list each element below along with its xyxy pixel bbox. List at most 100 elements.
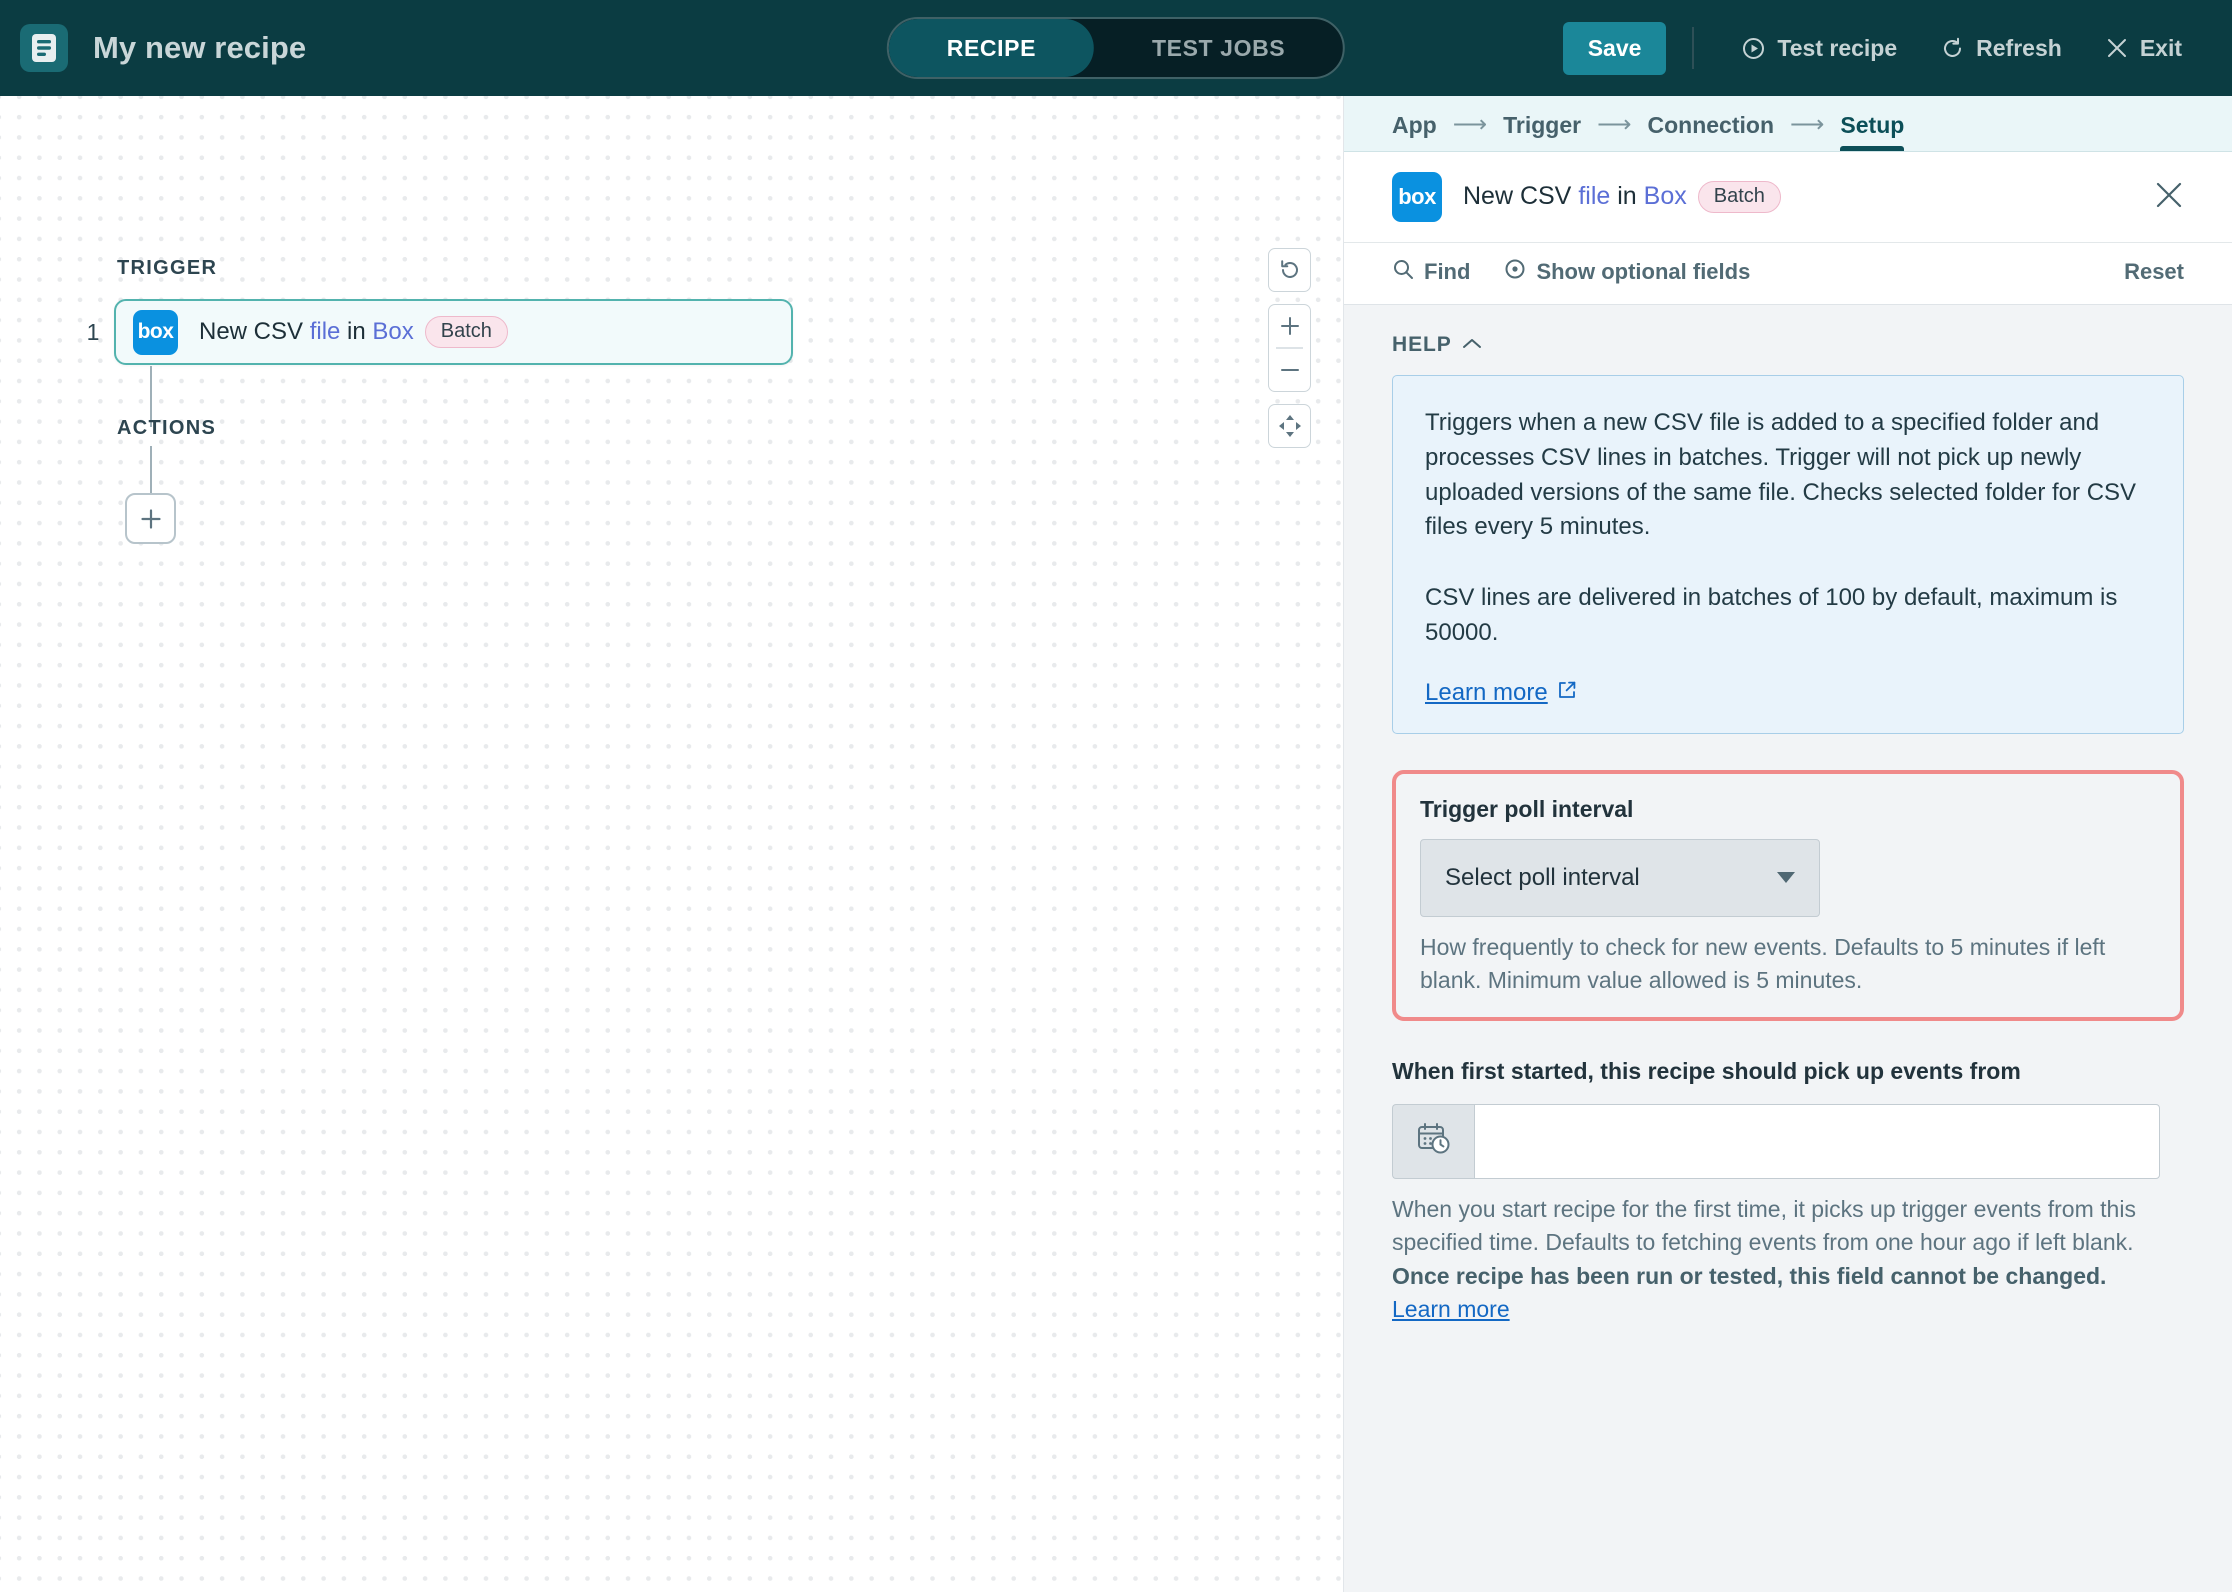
panel-header: box New CSV file in Box Batch (1344, 152, 2232, 243)
step-text-2: in (340, 318, 373, 345)
first-started-hint-bold: Once recipe has been run or tested, this… (1392, 1262, 2107, 1289)
exit-button[interactable]: Exit (2084, 35, 2204, 62)
recipe-document-icon[interactable] (20, 24, 68, 72)
breadcrumb-trigger[interactable]: Trigger (1503, 112, 1581, 151)
first-started-date-row (1392, 1104, 2160, 1180)
step-link-file[interactable]: file (310, 318, 341, 345)
trigger-step-card[interactable]: box New CSV file in Box Batch (114, 299, 793, 365)
divider (1692, 27, 1695, 69)
connector-line-bottom (150, 446, 152, 495)
first-started-learn-more-link[interactable]: Learn more (1392, 1296, 1510, 1322)
first-started-date-input[interactable] (1474, 1104, 2160, 1180)
fit-to-screen-icon (1269, 405, 1310, 447)
breadcrumb-connection[interactable]: Connection (1648, 112, 1775, 151)
calendar-clock-icon (1415, 1120, 1453, 1163)
minus-icon (1280, 368, 1299, 371)
header-link-box[interactable]: Box (1644, 182, 1687, 210)
refresh-button[interactable]: Refresh (1919, 35, 2084, 62)
search-icon (1392, 258, 1414, 286)
box-app-icon: box (133, 309, 178, 355)
breadcrumb-arrow-icon: ⟶ (1597, 111, 1632, 138)
tab-test-jobs[interactable]: TEST JOBS (1094, 19, 1343, 77)
batch-badge: Batch (424, 316, 508, 348)
help-learn-more-label: Learn more (1425, 678, 1548, 706)
panel-toolbar: Find Show optional fields Reset (1344, 243, 2232, 305)
step-link-box[interactable]: Box (372, 318, 413, 345)
undo-button[interactable] (1268, 248, 1311, 292)
panel-header-title: New CSV file in Box Batch (1463, 181, 1781, 213)
step-number: 1 (86, 318, 100, 345)
test-recipe-button[interactable]: Test recipe (1720, 35, 1919, 62)
fit-to-screen-button[interactable] (1268, 403, 1311, 448)
exit-label: Exit (2139, 34, 2182, 61)
plus-icon (1280, 317, 1299, 335)
zoom-out-button[interactable] (1269, 349, 1310, 391)
external-link-icon (1557, 679, 1577, 707)
close-icon (2106, 37, 2128, 59)
zoom-controls (1268, 304, 1311, 392)
recipe-canvas[interactable]: TRIGGER 1 box New CSV file in Box Batch A… (0, 96, 1343, 1592)
top-bar-actions: Save Test recipe Refresh Exit (1562, 21, 2232, 75)
breadcrumb-arrow-icon: ⟶ (1452, 111, 1488, 138)
test-recipe-label: Test recipe (1777, 34, 1898, 61)
actions-section-label: ACTIONS (117, 417, 217, 439)
find-label: Find (1424, 259, 1471, 284)
box-app-icon: box (1392, 172, 1442, 222)
poll-interval-select[interactable]: Select poll interval (1420, 838, 1820, 917)
poll-interval-hint: How frequently to check for new events. … (1420, 933, 2106, 994)
close-icon (2154, 180, 2184, 215)
first-started-hint-1: When you start recipe for the first time… (1392, 1196, 2136, 1256)
breadcrumb-app[interactable]: App (1392, 112, 1437, 151)
help-label: HELP (1392, 333, 1452, 356)
save-button[interactable]: Save (1562, 21, 1667, 75)
header-link-file[interactable]: file (1578, 182, 1610, 210)
page-title: My new recipe (93, 30, 307, 65)
help-learn-more-link[interactable]: Learn more (1425, 679, 1577, 707)
refresh-label: Refresh (1976, 34, 2062, 61)
play-circle-icon (1742, 37, 1765, 60)
trigger-poll-interval-group: Trigger poll interval Select poll interv… (1392, 769, 2184, 1022)
zoom-in-button[interactable] (1269, 305, 1310, 347)
trigger-step-title: New CSV file in Box Batch (199, 316, 508, 348)
eye-toggle-icon (1504, 258, 1526, 286)
poll-interval-select-value: Select poll interval (1445, 863, 1640, 891)
find-button[interactable]: Find (1392, 258, 1470, 286)
reset-button[interactable]: Reset (2124, 259, 2184, 285)
help-box: Triggers when a new CSV file is added to… (1392, 375, 2184, 734)
show-optional-fields-button[interactable]: Show optional fields (1504, 258, 1750, 286)
top-bar: My new recipe RECIPE TEST JOBS Save Test… (0, 0, 2232, 96)
help-section-toggle[interactable]: HELP (1392, 333, 2184, 357)
batch-badge: Batch (1697, 181, 1781, 213)
brand: My new recipe (0, 24, 306, 72)
refresh-icon (1941, 37, 1964, 60)
first-started-group: When first started, this recipe should p… (1392, 1055, 2184, 1326)
first-started-label: When first started, this recipe should p… (1392, 1058, 2021, 1085)
panel-body: HELP Triggers when a new CSV file is add… (1344, 305, 2232, 1592)
breadcrumb-setup[interactable]: Setup (1840, 112, 1904, 151)
breadcrumb-arrow-icon: ⟶ (1790, 111, 1825, 138)
chevron-down-icon (1777, 872, 1795, 884)
header-text-2: in (1610, 182, 1644, 210)
trigger-step-row: 1 box New CSV file in Box Batch (72, 299, 793, 365)
view-switcher: RECIPE TEST JOBS (886, 17, 1346, 79)
app-root: My new recipe RECIPE TEST JOBS Save Test… (0, 0, 2232, 1592)
chevron-up-icon (1462, 333, 1482, 357)
canvas-controls (1268, 248, 1311, 448)
close-panel-button[interactable] (2154, 180, 2184, 215)
plus-icon (139, 507, 163, 531)
calendar-clock-icon-button[interactable] (1392, 1104, 1474, 1180)
breadcrumb: App ⟶ Trigger ⟶ Connection ⟶ Setup (1344, 96, 2232, 152)
show-optional-fields-label: Show optional fields (1536, 259, 1751, 284)
trigger-section-label: TRIGGER (117, 257, 218, 279)
trigger-poll-interval-label: Trigger poll interval (1420, 795, 1634, 822)
tab-recipe[interactable]: RECIPE (888, 19, 1095, 77)
help-paragraph-1: Triggers when a new CSV file is added to… (1425, 409, 2137, 541)
undo-icon (1269, 249, 1310, 291)
step-text-1: New CSV (199, 318, 310, 345)
main-area: TRIGGER 1 box New CSV file in Box Batch A… (0, 96, 2232, 1592)
first-started-hint: When you start recipe for the first time… (1392, 1193, 2160, 1326)
header-text-1: New CSV (1463, 182, 1579, 210)
add-action-button[interactable] (125, 493, 176, 544)
config-panel: App ⟶ Trigger ⟶ Connection ⟶ Setup box N… (1343, 96, 2232, 1592)
help-paragraph-2: CSV lines are delivered in batches of 10… (1425, 584, 2118, 646)
